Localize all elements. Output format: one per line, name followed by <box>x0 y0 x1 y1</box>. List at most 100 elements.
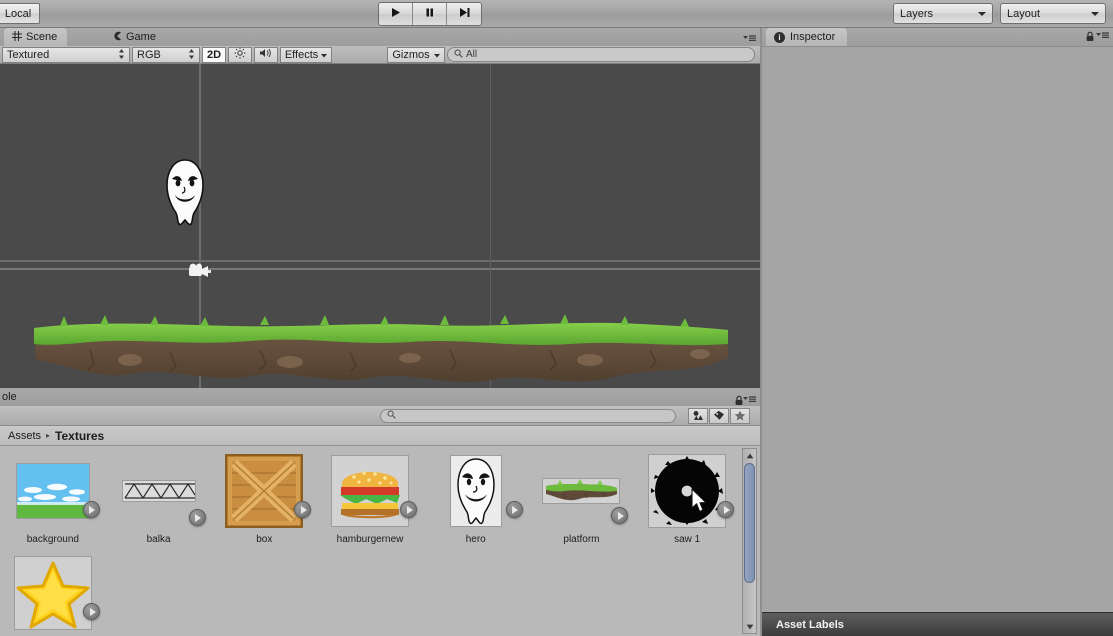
console-tab-partial[interactable]: ole <box>0 388 760 406</box>
asset-labels-title: Asset Labels <box>776 618 844 631</box>
asset-item-star[interactable] <box>0 548 106 636</box>
asset-row: background balka box hamburgernew hero p… <box>0 446 740 548</box>
toggle-2d-label: 2D <box>207 48 222 61</box>
scene-search-input[interactable]: All <box>447 47 755 62</box>
project-search-input[interactable] <box>380 408 676 423</box>
asset-item-saw-1[interactable]: saw 1 <box>634 446 740 548</box>
asset-expand-icon[interactable] <box>83 603 100 620</box>
breadcrumb-separator-icon: ▸ <box>46 431 51 440</box>
platform-ground-sprite[interactable] <box>30 314 732 388</box>
inspector-tab-row: i Inspector <box>762 28 1113 46</box>
draw-mode-label: Textured <box>7 48 50 61</box>
breadcrumb-root[interactable]: Assets <box>8 430 41 442</box>
unity-editor-window: Local Layers Layout Scene Game Textured … <box>0 0 1113 636</box>
play-button[interactable] <box>379 3 413 25</box>
effects-dropdown[interactable]: Effects <box>280 46 333 63</box>
sun-icon <box>234 47 246 62</box>
console-tab-label: ole <box>2 391 17 403</box>
asset-expand-icon[interactable] <box>188 509 206 526</box>
tab-scene[interactable]: Scene <box>4 28 68 46</box>
asset-label: box <box>256 534 273 545</box>
object-filter-icon[interactable] <box>688 407 708 424</box>
chevron-down-icon <box>978 11 986 16</box>
game-pacman-icon <box>112 31 122 44</box>
main-toolbar: Local Layers Layout <box>0 0 1113 28</box>
search-icon <box>454 49 463 60</box>
playback-controls <box>378 2 482 26</box>
speaker-icon <box>259 47 273 62</box>
toggle-audio-button[interactable] <box>254 46 279 63</box>
asset-label: hamburgernew <box>336 534 404 545</box>
layout-dropdown-label: Layout <box>1007 7 1041 20</box>
chevron-down-icon <box>1091 11 1099 16</box>
local-button-label: Local <box>4 7 32 20</box>
asset-thumbnail <box>14 556 92 630</box>
asset-item-background[interactable]: background <box>0 446 106 548</box>
asset-thumbnail <box>449 455 502 527</box>
main-camera-gizmo[interactable] <box>188 262 212 280</box>
chevron-down-icon <box>433 49 440 61</box>
grid-line-horizontal-axis <box>0 268 760 270</box>
toggle-2d-button[interactable]: 2D <box>202 46 227 63</box>
pause-button[interactable] <box>413 3 447 25</box>
step-button[interactable] <box>447 3 481 25</box>
asset-item-box[interactable]: box <box>211 446 317 548</box>
asset-expand-icon[interactable] <box>611 507 629 524</box>
play-icon <box>389 6 402 22</box>
tab-inspector-label: Inspector <box>790 31 836 43</box>
scroll-down-arrow-icon[interactable] <box>743 620 756 633</box>
color-mode-dropdown[interactable]: RGB <box>132 46 200 63</box>
asset-expand-icon[interactable] <box>294 501 312 518</box>
search-icon <box>387 410 396 421</box>
asset-item-balka[interactable]: balka <box>106 446 212 548</box>
asset-expand-icon[interactable] <box>717 501 735 518</box>
info-circle-icon: i <box>774 31 785 43</box>
tab-inspector[interactable]: i Inspector <box>766 28 848 46</box>
asset-thumbnail <box>15 463 90 519</box>
asset-expand-icon[interactable] <box>505 501 523 518</box>
layout-dropdown[interactable]: Layout <box>1000 3 1106 24</box>
chevron-down-icon <box>321 49 328 61</box>
scene-search-placeholder: All <box>466 49 478 60</box>
updown-arrows-icon <box>112 48 125 61</box>
color-mode-label: RGB <box>137 48 161 61</box>
asset-labels-bar[interactable]: Asset Labels <box>762 612 1113 636</box>
favorite-star-icon[interactable] <box>730 407 750 424</box>
scene-panel-menu-icon[interactable] <box>739 34 757 45</box>
asset-expand-icon[interactable] <box>82 501 100 518</box>
asset-thumbnail <box>331 455 410 527</box>
project-scrollbar[interactable] <box>742 448 757 634</box>
asset-item-platform[interactable]: platform <box>529 446 635 548</box>
hero-ghost-sprite[interactable] <box>164 159 206 227</box>
asset-item-hamburgernew[interactable]: hamburgernew <box>317 446 423 548</box>
asset-label: background <box>26 534 79 545</box>
scene-viewport[interactable] <box>0 64 760 388</box>
toggle-lighting-button[interactable] <box>228 46 253 63</box>
breadcrumb: Assets ▸ Textures <box>0 426 760 446</box>
inspector-body <box>762 46 1113 620</box>
asset-label: hero <box>465 534 486 545</box>
scrollbar-thumb[interactable] <box>744 463 755 583</box>
breadcrumb-current: Textures <box>55 428 105 443</box>
pause-icon <box>423 6 436 22</box>
layers-dropdown[interactable]: Layers <box>893 3 993 24</box>
project-panel-menu-icon[interactable] <box>739 395 757 406</box>
pivot-rotation-local-button[interactable]: Local <box>0 3 40 24</box>
grid-line-horizontal <box>0 260 760 262</box>
gizmos-dropdown[interactable]: Gizmos <box>387 46 445 63</box>
asset-item-hero[interactable]: hero <box>423 446 529 548</box>
gizmos-label: Gizmos <box>392 48 430 61</box>
asset-thumbnail <box>225 454 304 528</box>
scroll-up-arrow-icon[interactable] <box>743 449 756 462</box>
inspector-menu-icon[interactable] <box>1092 31 1110 42</box>
tab-game[interactable]: Game <box>104 28 166 46</box>
project-browser-panel: ole Assets ▸ Textures background balka b… <box>0 388 760 636</box>
asset-label: saw 1 <box>674 534 701 545</box>
step-forward-icon <box>458 6 471 22</box>
project-toolbar <box>0 395 760 426</box>
layers-dropdown-label: Layers <box>900 7 934 20</box>
asset-grid-area[interactable]: background balka box hamburgernew hero p… <box>0 446 760 636</box>
draw-mode-dropdown[interactable]: Textured <box>2 46 130 63</box>
asset-expand-icon[interactable] <box>400 501 418 518</box>
label-filter-icon[interactable] <box>709 407 729 424</box>
